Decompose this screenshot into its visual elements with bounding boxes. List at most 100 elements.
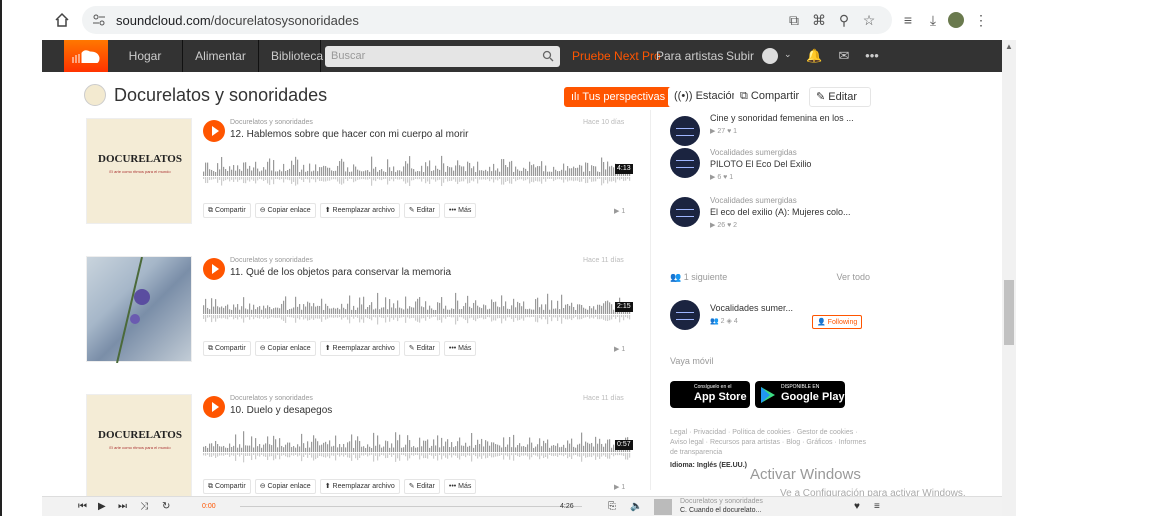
track-cover[interactable]: DOCURELATOS El arte como ritmos para el … <box>86 394 192 500</box>
copy-link-button[interactable]: ⊖ Copiar enlace <box>254 479 316 494</box>
replace-file-button[interactable]: ⬆ Reemplazar archivo <box>319 479 400 494</box>
now-playing-title[interactable]: C. Cuando el docurelato... <box>680 507 761 514</box>
related-user[interactable]: Vocalidades sumergidas <box>710 148 797 157</box>
insights-button[interactable]: ılı Tus perspectivas <box>564 87 673 107</box>
search-icon[interactable] <box>542 50 554 62</box>
download-icon[interactable]: ⤓ <box>924 11 942 29</box>
for-artists-link[interactable]: Para artistas <box>656 40 723 72</box>
upload-icon: ⬆ <box>324 483 333 490</box>
search-input[interactable]: Buscar <box>325 46 560 67</box>
app-store-badge[interactable]: Consíguelo en el App Store <box>670 381 750 408</box>
share-button[interactable]: ⧉ Compartir <box>203 341 251 356</box>
pencil-icon: ✎ <box>408 207 417 214</box>
soundcloud-logo[interactable] <box>64 40 108 72</box>
station-button[interactable]: ((•)) Estación <box>668 87 744 107</box>
address-bar[interactable]: soundcloud.com/docurelatosysonoridades <box>82 6 892 34</box>
more-button[interactable]: ••• Más <box>443 203 477 218</box>
cast-icon[interactable]: ⎘ <box>608 501 616 512</box>
copy-link-button[interactable]: ⊖ Copiar enlace <box>254 341 316 356</box>
share-button[interactable]: ⧉ Compartir <box>203 479 251 494</box>
chevron-down-icon[interactable]: ⌄ <box>784 49 792 60</box>
messages-icon[interactable]: ✉ <box>836 48 852 64</box>
track-cover[interactable] <box>86 256 192 364</box>
play-button[interactable] <box>203 120 225 142</box>
related-avatar[interactable] <box>670 148 700 178</box>
previous-icon[interactable]: ⏮ <box>78 501 87 512</box>
install-icon[interactable]: ⧉ <box>785 11 803 29</box>
related-stats: ▶ 6 ♥ 1 <box>710 174 734 181</box>
scroll-up-icon[interactable]: ▲ <box>1005 42 1013 51</box>
track-cover[interactable]: DOCURELATOS El arte como ritmos para el … <box>86 118 192 224</box>
home-icon[interactable] <box>54 12 70 28</box>
waveform[interactable] <box>203 292 631 328</box>
next-icon[interactable]: ⏭ <box>118 501 127 512</box>
profile-avatar[interactable] <box>948 12 964 28</box>
play-icon[interactable]: ▶ <box>98 501 106 512</box>
legal-links[interactable]: Legal · Privacidad · Política de cookies… <box>670 428 875 458</box>
track-title[interactable]: 10. Duelo y desapegos <box>230 405 332 416</box>
notifications-icon[interactable]: 🔔 <box>806 48 822 64</box>
edit-button[interactable]: ✎ Editar <box>403 203 440 218</box>
page-scrollbar[interactable]: ▲ <box>1002 40 1016 516</box>
view-all-link[interactable]: Ver todo <box>836 272 870 282</box>
now-playing-artist[interactable]: Docurelatos y sonoridades <box>680 498 763 505</box>
google-play-badge[interactable]: DISPONIBLE EN Google Play <box>755 381 845 408</box>
heart-icon[interactable]: ♥ <box>854 501 860 512</box>
waveform[interactable] <box>203 154 631 190</box>
play-button[interactable] <box>203 258 225 280</box>
related-user[interactable]: Vocalidades sumergidas <box>710 196 797 205</box>
track-user[interactable]: Docurelatos y sonoridades <box>230 257 313 264</box>
translate-icon[interactable]: ⌘ <box>810 11 828 29</box>
site-settings-icon[interactable] <box>92 13 106 27</box>
zoom-icon[interactable]: ⚲ <box>835 11 853 29</box>
track-user[interactable]: Docurelatos y sonoridades <box>230 395 313 402</box>
edit-button[interactable]: ✎ Editar <box>403 341 440 356</box>
play-button[interactable] <box>203 396 225 418</box>
upload-icon: ⬆ <box>324 345 333 352</box>
volume-icon[interactable]: 🔈 <box>630 501 642 512</box>
reading-list-icon[interactable]: ≡ <box>899 11 917 29</box>
upload-link[interactable]: Subir <box>726 40 754 72</box>
repeat-icon[interactable]: ↻ <box>162 501 170 512</box>
scrollbar-thumb[interactable] <box>1004 280 1014 345</box>
nav-library[interactable]: Biblioteca <box>259 40 323 72</box>
track-title[interactable]: 11. Qué de los objetos para conservar la… <box>230 267 451 278</box>
shuffle-icon[interactable]: ⤨ <box>140 501 148 512</box>
waveform[interactable] <box>203 430 631 466</box>
cover-subtitle: El arte como ritmos para el mundo <box>109 169 171 174</box>
progress-bar[interactable] <box>240 506 582 507</box>
related-stats: ▶ 27 ♥ 1 <box>710 128 738 135</box>
menu-icon[interactable]: ⋮ <box>972 11 990 29</box>
language-selector[interactable]: Idioma: Inglés (EE.UU.) <box>670 462 747 469</box>
more-icon[interactable]: ••• <box>864 48 880 64</box>
link-icon: ⊖ <box>259 345 268 352</box>
star-icon[interactable]: ☆ <box>860 11 878 29</box>
following-avatar[interactable] <box>670 300 700 330</box>
nav-feed[interactable]: Alimentar <box>183 40 259 72</box>
related-title[interactable]: El eco del exilio (A): Mujeres colo... <box>710 207 851 217</box>
now-playing-thumbnail[interactable] <box>654 499 672 515</box>
track-user[interactable]: Docurelatos y sonoridades <box>230 119 313 126</box>
edit-button[interactable]: ✎ Editar <box>809 87 871 107</box>
related-avatar[interactable] <box>670 197 700 227</box>
following-name[interactable]: Vocalidades sumer... <box>710 303 793 313</box>
more-button[interactable]: ••• Más <box>443 341 477 356</box>
more-button[interactable]: ••• Más <box>443 479 477 494</box>
copy-link-button[interactable]: ⊖ Copiar enlace <box>254 203 316 218</box>
share-button[interactable]: ⧉ Compartir <box>203 203 251 218</box>
replace-file-button[interactable]: ⬆ Reemplazar archivo <box>319 203 400 218</box>
queue-icon[interactable]: ≡ <box>874 501 880 512</box>
share-icon: ⧉ <box>208 483 215 490</box>
share-button[interactable]: ⧉ Compartir <box>734 87 806 107</box>
nav-home[interactable]: Hogar <box>108 40 183 72</box>
next-pro-link[interactable]: Pruebe Next Pro <box>572 40 661 72</box>
track-title[interactable]: 12. Hablemos sobre que hacer con mi cuer… <box>230 129 468 140</box>
user-avatar[interactable] <box>762 48 778 64</box>
related-title[interactable]: Cine y sonoridad femenina en los ... <box>710 113 854 123</box>
following-button[interactable]: 👤 Following <box>812 315 863 329</box>
more-icon: ••• <box>448 345 459 352</box>
related-title[interactable]: PILOTO El Eco Del Exilio <box>710 159 811 169</box>
related-avatar[interactable] <box>670 116 700 146</box>
replace-file-button[interactable]: ⬆ Reemplazar archivo <box>319 341 400 356</box>
edit-button[interactable]: ✎ Editar <box>403 479 440 494</box>
